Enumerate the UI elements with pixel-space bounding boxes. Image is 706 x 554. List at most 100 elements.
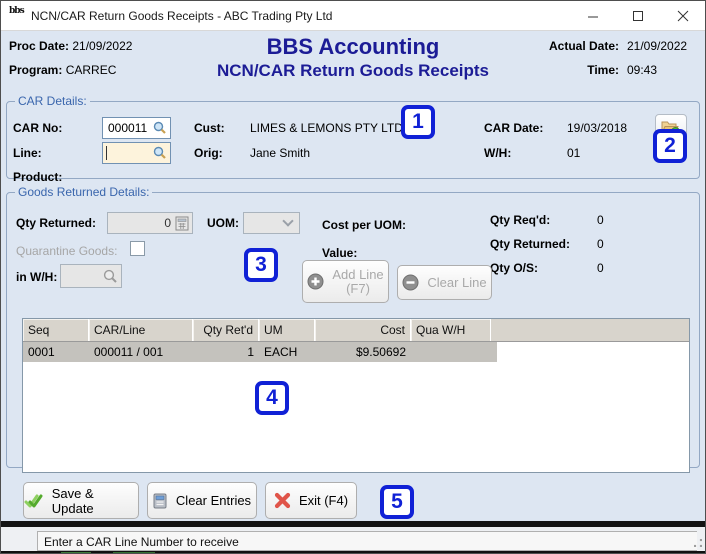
- col-header-um[interactable]: UM: [259, 319, 315, 341]
- time-value: 09:43: [627, 63, 658, 77]
- quarantine-goods-label: Quarantine Goods:: [16, 244, 118, 258]
- orig-label: Orig:: [194, 146, 223, 160]
- clear-entries-button[interactable]: Clear Entries: [147, 482, 257, 519]
- maximize-icon: [632, 11, 643, 21]
- resize-grip-icon[interactable]: [694, 539, 702, 547]
- plus-circle-icon: [307, 273, 324, 290]
- exit-button[interactable]: Exit (F4): [265, 482, 357, 519]
- status-message: Enter a CAR Line Number to receive: [37, 531, 697, 551]
- calculator-clear-icon: [153, 493, 167, 509]
- add-line-button[interactable]: Add Line (F7): [302, 260, 389, 303]
- calculator-icon[interactable]: [175, 216, 189, 231]
- cell-car-line: 000011 / 001: [94, 345, 164, 359]
- status-bar: Enter a CAR Line Number to receive: [1, 527, 705, 551]
- cust-label: Cust:: [194, 121, 225, 135]
- close-button[interactable]: [660, 1, 705, 31]
- qty-os-label: Qty O/S:: [490, 261, 539, 275]
- search-icon-gray: [103, 269, 117, 283]
- annotation-marker-2: 2: [653, 129, 687, 163]
- wh-label: W/H:: [484, 146, 512, 160]
- col-header-cost[interactable]: Cost: [315, 319, 411, 341]
- car-no-value: 000011: [108, 121, 148, 135]
- screen-title: NCN/CAR Return Goods Receipts: [216, 61, 490, 80]
- chevron-down-icon: [282, 215, 294, 227]
- car-no-input[interactable]: 000011: [102, 117, 171, 139]
- col-header-seq[interactable]: Seq: [23, 319, 89, 341]
- cell-qty-retd: 1: [247, 345, 254, 359]
- wh-value: 01: [567, 146, 581, 160]
- car-date-label: CAR Date:: [484, 121, 544, 135]
- product-label: Product:: [13, 170, 63, 184]
- add-line-key: (F7): [346, 280, 370, 296]
- app-logo-icon: bbs: [9, 6, 25, 16]
- program-value: CARREC: [65, 63, 117, 77]
- cust-value: LIMES & LEMONS PTY LTD: [250, 121, 403, 135]
- annotation-marker-4: 4: [255, 381, 289, 415]
- col-header-car-line[interactable]: CAR/Line: [89, 319, 193, 341]
- lines-table[interactable]: Seq CAR/Line Qty Ret'd UM Cost Qua W/H 0…: [22, 318, 690, 473]
- clear-entries-label: Clear Entries: [175, 493, 252, 508]
- qty-returned-value: 0: [164, 216, 171, 230]
- in-wh-label: in W/H:: [16, 270, 58, 284]
- car-no-label: CAR No:: [13, 121, 63, 135]
- uom-select: [243, 212, 300, 234]
- uom-label: UOM:: [207, 216, 239, 230]
- save-update-label: Save & Update: [51, 485, 94, 516]
- close-icon: [677, 10, 688, 22]
- proc-date-value: 21/09/2022: [72, 39, 133, 53]
- orig-value: Jane Smith: [250, 146, 311, 160]
- exit-label: Exit (F4): [298, 493, 349, 508]
- proc-date-label: Proc Date:: [9, 39, 70, 53]
- program-label: Program:: [9, 63, 63, 77]
- search-icon[interactable]: [153, 121, 167, 135]
- app-title: BBS Accounting: [266, 34, 440, 59]
- in-wh-input: [60, 264, 122, 288]
- search-icon[interactable]: [153, 146, 167, 160]
- save-update-button[interactable]: Save & Update: [23, 482, 139, 519]
- annotation-marker-5: 5: [380, 485, 414, 519]
- car-details-legend: CAR Details:: [18, 94, 87, 108]
- quarantine-checkbox[interactable]: [130, 241, 145, 256]
- line-label: Line:: [13, 146, 42, 160]
- time-label: Time:: [587, 63, 619, 77]
- qty-reqd-label: Qty Req'd:: [490, 213, 551, 227]
- actual-date-label: Actual Date:: [548, 39, 619, 53]
- maximize-button[interactable]: [615, 1, 660, 31]
- qty-returned-label: Qty Returned:: [16, 216, 97, 230]
- actual-date-value: 21/09/2022: [627, 39, 688, 53]
- car-details-group: CAR Details: CAR No: 000011 Cust: LIMES …: [6, 94, 700, 184]
- goods-returned-group: Goods Returned Details: Qty Returned: 0 …: [6, 185, 700, 473]
- add-line-label: Add Line: [332, 266, 384, 282]
- cell-cost: $9.50692: [355, 345, 406, 359]
- value-label: Value:: [322, 246, 358, 260]
- window-title: NCN/CAR Return Goods Receipts - ABC Trad…: [31, 9, 333, 23]
- text-caret: [106, 146, 107, 160]
- line-input[interactable]: [102, 142, 171, 164]
- clear-line-label: Clear Line: [427, 275, 487, 290]
- goods-returned-legend: Goods Returned Details:: [18, 185, 150, 199]
- minimize-button[interactable]: [570, 1, 615, 31]
- col-header-qty-retd[interactable]: Qty Ret'd: [193, 319, 259, 341]
- minus-circle-icon: [402, 274, 419, 291]
- table-row[interactable]: 0001 000011 / 001 1 EACH $9.50692: [23, 342, 497, 362]
- annotation-marker-3: 3: [244, 248, 278, 282]
- clear-line-button[interactable]: Clear Line: [397, 265, 492, 300]
- annotation-marker-1: 1: [401, 105, 435, 139]
- qty-os-value: 0: [597, 261, 604, 275]
- table-header-row: Seq CAR/Line Qty Ret'd UM Cost Qua W/H: [23, 319, 689, 342]
- title-bar: bbs NCN/CAR Return Goods Receipts - ABC …: [1, 1, 705, 31]
- red-x-icon: [274, 492, 291, 509]
- cell-um: EACH: [264, 345, 298, 359]
- cost-per-uom-label: Cost per UOM:: [322, 218, 406, 232]
- qty-returned-total-value: 0: [597, 237, 604, 251]
- qty-returned-input: 0: [107, 212, 193, 234]
- cell-seq: 0001: [28, 345, 55, 359]
- double-check-icon: [24, 494, 43, 507]
- app-window: bbs NCN/CAR Return Goods Receipts - ABC …: [0, 0, 706, 554]
- car-date-value: 19/03/2018: [567, 121, 628, 135]
- cell-qua-wh: [411, 342, 491, 362]
- qty-returned-total-label: Qty Returned:: [490, 237, 571, 251]
- minimize-icon: [587, 16, 598, 18]
- col-header-qua-wh[interactable]: Qua W/H: [411, 319, 491, 341]
- qty-reqd-value: 0: [597, 213, 604, 227]
